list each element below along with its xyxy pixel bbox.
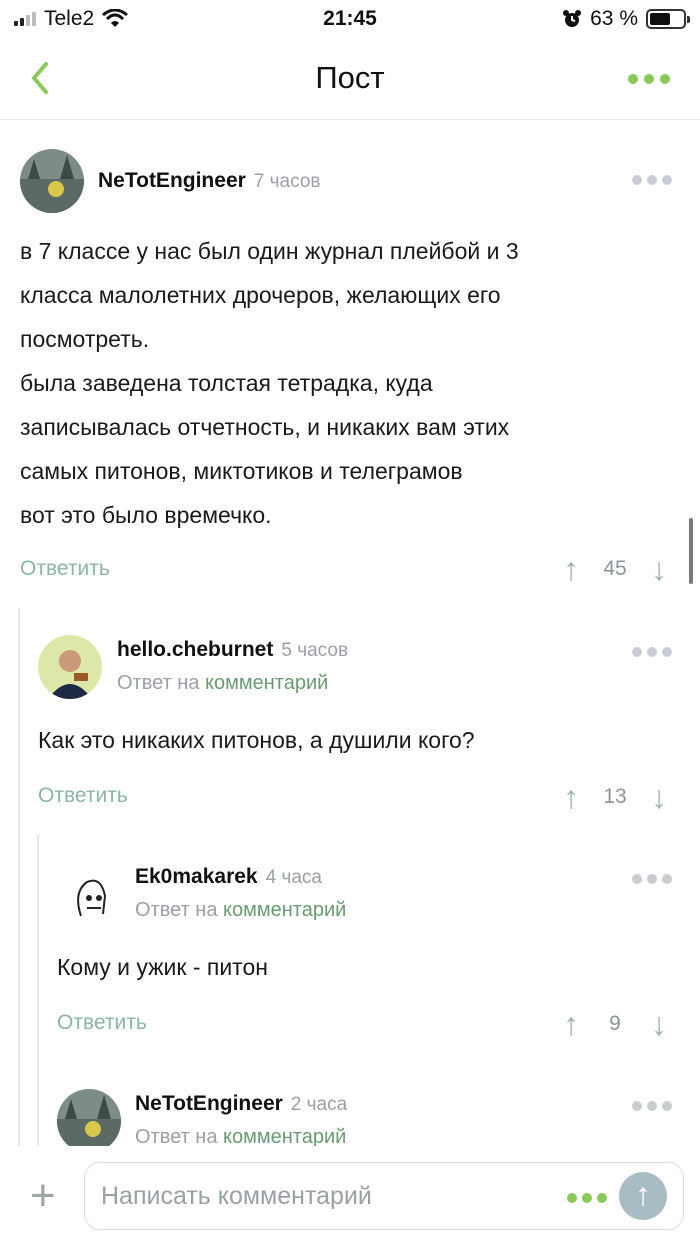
comment: NeTotEngineer 2 часа Ответ на комментарий xyxy=(0,1062,700,1146)
reply-button[interactable]: Ответить xyxy=(57,1011,147,1035)
avatar[interactable] xyxy=(38,635,102,699)
vote-count: 9 xyxy=(609,1012,621,1035)
author-name[interactable]: NeTotEngineer 7 часов xyxy=(98,169,320,193)
comments-list[interactable]: NeTotEngineer 7 часов в 7 классе у нас бы… xyxy=(0,121,700,1146)
more-dots-icon[interactable] xyxy=(628,74,670,84)
reply-to-link[interactable]: комментарий xyxy=(223,899,346,921)
comment-input[interactable] xyxy=(101,1173,541,1219)
vote-count: 13 xyxy=(603,785,627,808)
downvote-icon[interactable]: ↓ xyxy=(644,553,674,585)
plus-icon[interactable]: + xyxy=(30,1174,56,1218)
author-name[interactable]: Ek0makarek 4 часа xyxy=(135,865,322,889)
comment: Ek0makarek 4 часа Ответ на комментарий Ко… xyxy=(0,835,700,1055)
comment-more-icon[interactable] xyxy=(632,874,672,884)
comment-text: в 7 классе у нас был один журнал плейбой… xyxy=(20,238,519,528)
reply-to: Ответ на комментарий xyxy=(135,899,347,921)
comment-input-bar: + ↑ xyxy=(0,1146,700,1245)
comment-more-icon[interactable] xyxy=(632,175,672,185)
reply-button[interactable]: Ответить xyxy=(38,784,128,808)
comment-more-icon[interactable] xyxy=(632,647,672,657)
nav-bar: Пост xyxy=(0,40,700,120)
downvote-icon[interactable]: ↓ xyxy=(644,1008,674,1040)
author-name[interactable]: NeTotEngineer 2 часа xyxy=(135,1092,347,1116)
comment-time: 7 часов xyxy=(253,171,321,192)
comment-text: Кому и ужик - питон xyxy=(57,954,268,980)
comment-input-box[interactable]: ↑ xyxy=(84,1162,684,1230)
alarm-icon xyxy=(563,10,582,27)
status-bar: Tele2 21:45 63 % xyxy=(0,0,700,40)
reply-to: Ответ на комментарий xyxy=(117,672,329,694)
battery-percent: 63 % xyxy=(590,7,638,30)
downvote-icon[interactable]: ↓ xyxy=(644,781,674,813)
comment-more-icon[interactable] xyxy=(632,1101,672,1111)
comment-time: 2 часа xyxy=(290,1094,348,1115)
reply-button[interactable]: Ответить xyxy=(20,557,110,581)
avatar[interactable] xyxy=(57,862,121,926)
reply-to-link[interactable]: комментарий xyxy=(223,1126,346,1146)
author-name[interactable]: hello.cheburnet 5 часов xyxy=(117,638,348,662)
upvote-icon[interactable]: ↑ xyxy=(556,781,586,813)
send-arrow-icon[interactable]: ↑ xyxy=(619,1172,667,1220)
upvote-icon[interactable]: ↑ xyxy=(556,1008,586,1040)
vote-count: 45 xyxy=(603,557,627,580)
battery-icon xyxy=(646,9,690,29)
page-title: Пост xyxy=(315,60,385,95)
reply-to-link[interactable]: комментарий xyxy=(205,672,328,694)
avatar[interactable] xyxy=(57,1089,121,1146)
more-dots-icon[interactable] xyxy=(567,1193,607,1203)
comment-text: Как это никаких питонов, а душили кого? xyxy=(38,727,475,753)
comment-time: 5 часов xyxy=(281,640,349,661)
comment: NeTotEngineer 7 часов в 7 классе у нас бы… xyxy=(0,121,700,601)
comment-time: 4 часа xyxy=(265,867,322,888)
reply-to: Ответ на комментарий xyxy=(135,1126,347,1146)
upvote-icon[interactable]: ↑ xyxy=(556,553,586,585)
comment: hello.cheburnet 5 часов Ответ на коммента… xyxy=(0,608,700,828)
avatar[interactable] xyxy=(20,149,84,213)
